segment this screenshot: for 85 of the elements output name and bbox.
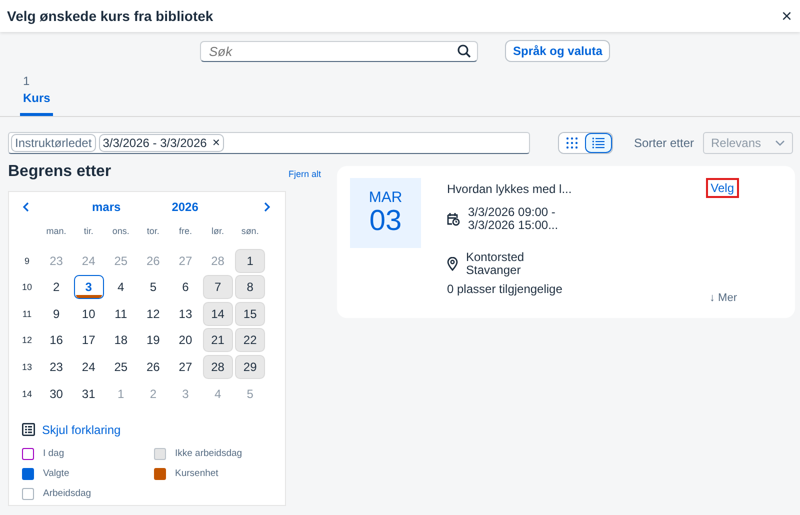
search-icon [457,44,471,58]
calendar-day[interactable]: 27 [170,354,200,379]
clear-all-link[interactable]: Fjern alt [288,169,321,179]
calendar-day[interactable]: 31 [74,382,104,406]
calendar-day[interactable]: 18 [106,328,136,352]
calendar-day[interactable]: 19 [138,328,168,352]
weekday-label: tir. [82,225,94,238]
weekday-label: man. [45,225,68,238]
calendar-day[interactable]: 11 [106,302,136,326]
select-link[interactable]: Velg [708,180,737,196]
next-icon[interactable] [263,202,271,212]
date-month: MAR [368,190,402,206]
calendar-day[interactable]: 28 [202,354,233,379]
calendar-day[interactable]: 21 [202,328,233,352]
location-pin-icon [447,257,458,271]
filter-token[interactable]: Instruktørledet [11,134,96,152]
legend-label: I dag [43,448,64,460]
calendar-day[interactable]: 8 [235,275,266,300]
calendar-day[interactable]: 12 [138,302,168,326]
chevron-down-icon [775,140,785,146]
calendar-day[interactable]: 25 [106,354,136,379]
calendar-day[interactable]: 16 [41,328,72,352]
filter-field[interactable]: Instruktørledet 3/3/2026 - 3/3/2026 ✕ [8,132,530,154]
calendar-day[interactable]: 15 [235,302,266,326]
week-number: 11 [21,308,33,319]
course-dates: 3/3/2026 09:00 - [468,206,556,219]
search-input[interactable]: Søk [207,42,457,60]
calendar-day[interactable]: 7 [202,275,233,300]
calendar-day[interactable]: 1 [235,248,266,273]
course-location: Stavanger [466,264,522,277]
course-dates: 3/3/2026 15:00... [468,219,558,232]
hide-legend-link[interactable]: Skjul forklaring [42,422,121,437]
year-button[interactable]: 2026 [172,200,198,214]
week-number: 9 [23,256,30,266]
calendar-day[interactable]: 24 [74,354,104,379]
calendar-day[interactable]: 10 [74,302,104,326]
remove-icon[interactable]: ✕ [212,137,220,149]
grid-icon [566,137,578,149]
filter-heading: Begrens etter [8,163,112,181]
weekday-label: ons. [111,225,130,238]
legend-label: Ikke arbeidsdag [175,448,242,460]
weekday-label: lør. [210,225,226,238]
close-button[interactable]: × [779,7,794,25]
calendar-day[interactable]: 26 [138,354,168,379]
calendar-day[interactable]: 6 [170,275,200,300]
calendar-day[interactable]: 22 [235,328,266,352]
week-number: 12 [20,335,33,346]
week-number: 13 [20,362,33,372]
calendar-day[interactable]: 30 [41,382,72,406]
course-location: Kontorsted [466,251,524,264]
sort-label: Sorter etter [634,136,694,150]
calendar-day[interactable]: 20 [170,328,200,352]
weekday-label: søn. [240,225,260,238]
date-day: 03 [369,206,402,236]
legend-label: Kursenhet [175,468,218,480]
legend-label: Valgte [43,468,70,480]
calendar-day[interactable]: 13 [170,302,200,326]
month-button[interactable]: mars [92,200,121,214]
tab[interactable]: 1 Kurs [20,74,54,116]
seats-available: 0 plasser tilgjengelige [447,282,564,296]
course-title: Hvordan lykkes med l... [447,182,573,196]
week-number: 14 [20,388,33,399]
calendar-day[interactable]: 4 [106,275,136,300]
weekday-label: fre. [178,225,193,238]
filter-token[interactable]: 3/3/2026 - 3/3/2026 ✕ [98,134,224,152]
list-icon [592,137,606,149]
week-number: 10 [20,282,33,292]
previous-icon[interactable] [22,202,30,212]
calendar-day[interactable]: 9 [41,302,72,326]
calendar-day[interactable]: 29 [235,354,266,379]
calendar-day[interactable]: 14 [202,302,233,326]
legend-label: Arbeidsdag [43,488,92,500]
legend-icon [22,423,35,436]
weekday-label: tor. [146,225,160,238]
calendar-clock-icon [447,212,460,226]
list-view-button[interactable] [585,133,612,153]
calendar-day[interactable]: 5 [138,275,168,300]
calendar-day[interactable]: 23 [41,354,72,379]
language-button[interactable]: Språk og valuta [505,40,610,62]
calendar-day[interactable]: 17 [74,328,104,352]
more-link[interactable]: ↓ Mer [710,292,737,304]
search-bar[interactable]: Søk [200,40,478,62]
calendar-day[interactable]: 3 [74,275,104,300]
window-title: Velg ønskede kurs fra bibliotek [7,8,214,24]
calendar-day[interactable]: 2 [41,275,72,300]
